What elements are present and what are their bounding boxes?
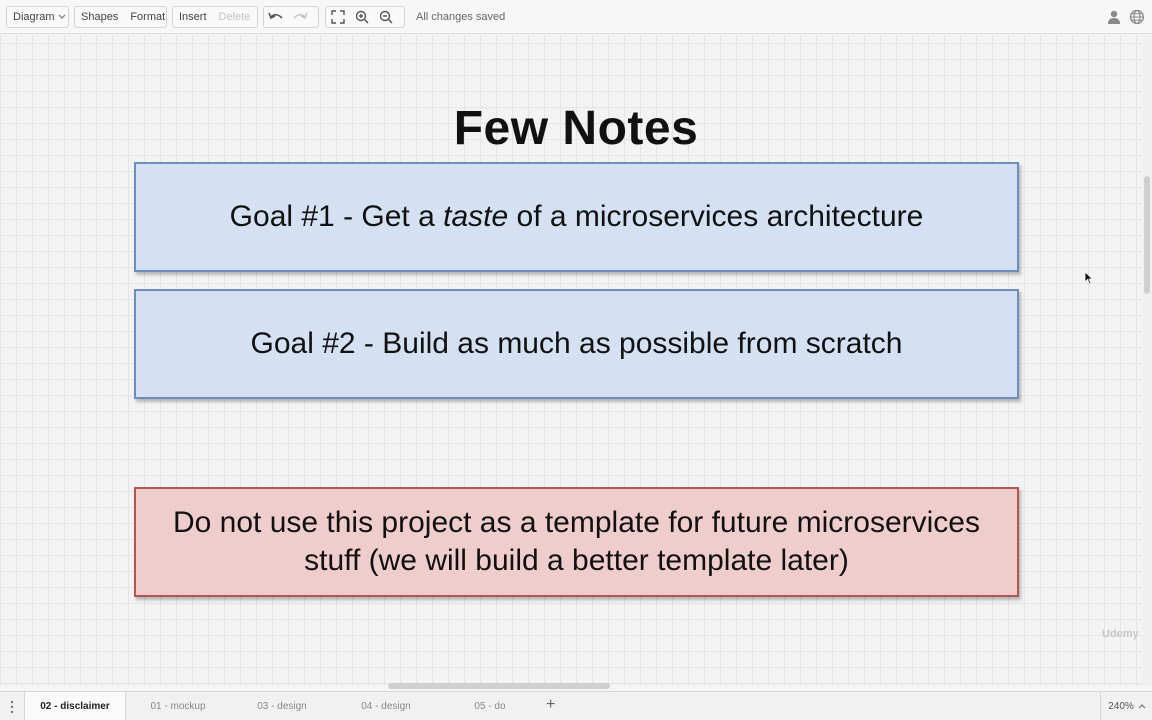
warning-box[interactable]: Do not use this project as a template fo…	[134, 487, 1019, 597]
delete-button[interactable]: Delete	[213, 7, 257, 27]
fit-page-icon[interactable]	[326, 7, 350, 27]
warning-line-2: stuff (we will build a better template l…	[304, 544, 849, 577]
goal-1-box[interactable]: Goal #1 - Get a taste of a microservices…	[134, 162, 1019, 272]
zoom-in-icon[interactable]	[350, 7, 374, 27]
tab-01-mockup[interactable]: 01 - mockup	[128, 692, 228, 720]
globe-icon[interactable]	[1129, 9, 1145, 25]
zoom-value: 240%	[1108, 700, 1134, 712]
tab-02-disclaimer[interactable]: 02 - disclaimer	[24, 692, 126, 720]
goal-1-emphasis: taste	[443, 200, 509, 233]
page-tab-bar: 02 - disclaimer 01 - mockup 03 - design …	[0, 691, 1152, 720]
zoom-level[interactable]: 240%	[1100, 692, 1152, 720]
insert-button[interactable]: Insert	[173, 7, 213, 27]
shapes-format-group: Shapes Format	[74, 6, 167, 28]
add-page-button[interactable]: +	[546, 696, 555, 714]
view-group	[325, 6, 405, 28]
goal-2-text: Goal #2 - Build as much as possible from…	[250, 327, 903, 360]
chevron-up-icon	[1138, 704, 1146, 709]
zoom-out-icon[interactable]	[374, 7, 398, 27]
pages-menu-icon[interactable]	[10, 700, 14, 714]
slide-title[interactable]: Few Notes	[0, 101, 1152, 156]
toolbar: Diagram Shapes Format Insert Delete All …	[0, 0, 1152, 34]
chevron-down-icon	[58, 14, 66, 19]
horizontal-scroll-thumb[interactable]	[388, 683, 610, 689]
shapes-button[interactable]: Shapes	[75, 7, 124, 27]
warning-line-1: Do not use this project as a template fo…	[172, 506, 980, 539]
mouse-cursor-icon	[1084, 271, 1094, 285]
undo-icon[interactable]	[264, 7, 288, 27]
vertical-scroll-thumb[interactable]	[1144, 176, 1150, 294]
tab-04-design[interactable]: 04 - design	[336, 692, 436, 720]
diagram-menu[interactable]: Diagram	[6, 6, 69, 28]
goal-1-prefix: Goal #1 - Get a	[229, 200, 444, 233]
user-icon[interactable]	[1106, 9, 1122, 25]
watermark-logo: Udemy	[1102, 628, 1139, 640]
redo-icon[interactable]	[288, 7, 312, 27]
format-button[interactable]: Format	[124, 7, 171, 27]
insert-delete-group: Insert Delete	[172, 6, 258, 28]
goal-1-text: Goal #1 - Get a taste of a microservices…	[230, 200, 924, 234]
history-group	[263, 6, 319, 28]
save-status: All changes saved	[416, 11, 506, 23]
goal-2-box[interactable]: Goal #2 - Build as much as possible from…	[134, 289, 1019, 399]
tab-03-design[interactable]: 03 - design	[232, 692, 332, 720]
goal-1-suffix: of a microservices architecture	[508, 200, 924, 233]
diagram-menu-label: Diagram	[13, 11, 55, 23]
tab-05-do[interactable]: 05 - do	[440, 692, 540, 720]
